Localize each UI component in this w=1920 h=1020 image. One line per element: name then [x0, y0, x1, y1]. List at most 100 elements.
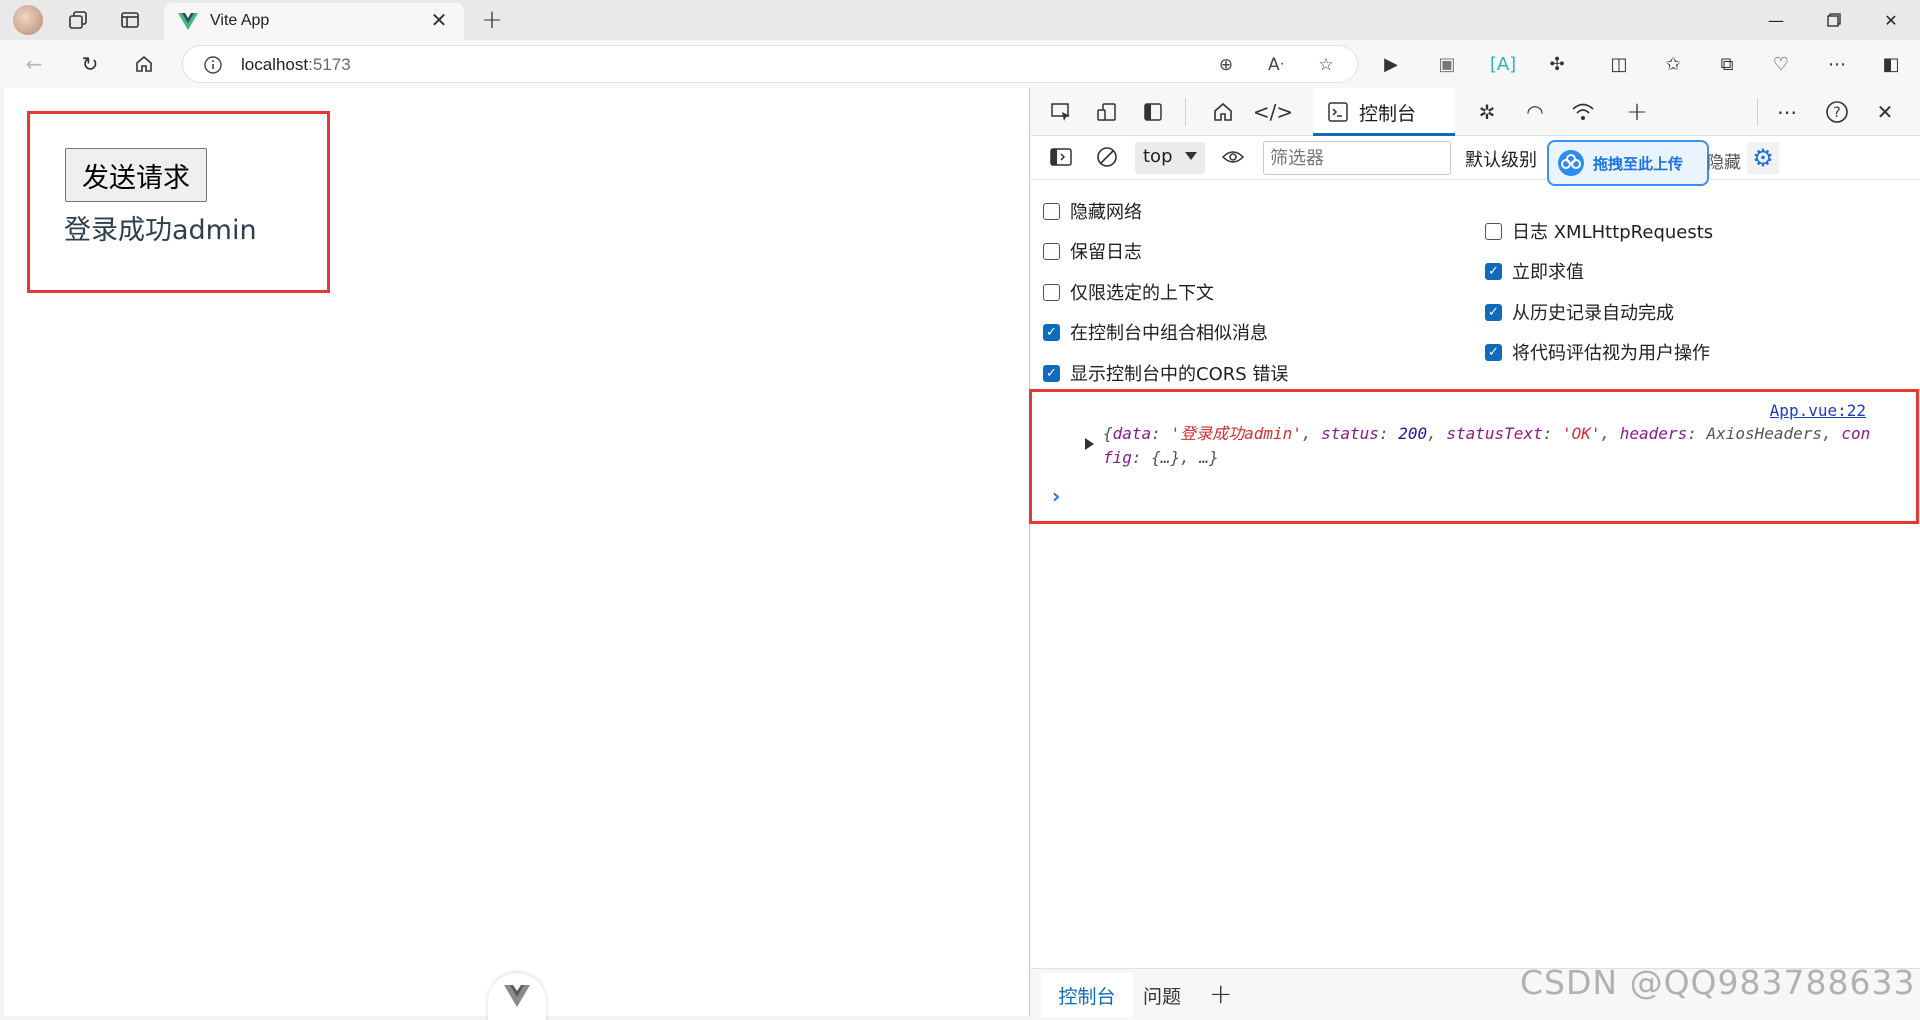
navigation-bar: ← ↻ localhost:5173 ⊕ Aᐧ ☆ ▶ ▣ [A] ✣ ◫ ✩ … [0, 40, 1920, 88]
console-settings-gear-icon[interactable]: ⚙ [1747, 142, 1779, 174]
option-preserve-log[interactable]: 保留日志 [1043, 238, 1142, 264]
sidebar-toggle-icon[interactable] [1045, 142, 1077, 172]
play-icon[interactable]: ▶ [1376, 49, 1406, 79]
tab-actions-icon[interactable] [116, 6, 144, 34]
console-prompt-chevron-icon[interactable]: › [1052, 484, 1060, 508]
checkbox-checked[interactable]: ✓ [1043, 323, 1060, 341]
translate-icon[interactable]: [A] [1488, 49, 1518, 79]
checkbox[interactable] [1043, 242, 1060, 260]
checkbox[interactable] [1043, 283, 1060, 301]
close-window-icon[interactable]: ✕ [1862, 0, 1920, 40]
back-icon[interactable]: ← [18, 49, 50, 79]
refresh-icon[interactable]: ↻ [74, 49, 106, 79]
network-wifi-icon[interactable] [1567, 97, 1599, 127]
more-options-icon[interactable]: ⋯ [1771, 97, 1803, 127]
checkbox-checked[interactable]: ✓ [1043, 364, 1060, 382]
workspaces-icon[interactable] [64, 6, 92, 34]
highlight-box [27, 111, 330, 293]
console-log-entry[interactable]: {data: '登录成功admin', status: 200, statusT… [1103, 422, 1873, 470]
option-label: 立即求值 [1512, 262, 1584, 283]
cloud-upload-icon [1558, 150, 1584, 176]
sources-bug-icon[interactable]: ✲ [1471, 97, 1503, 127]
zoom-icon[interactable]: ⊕ [1213, 52, 1239, 78]
checkbox[interactable] [1485, 222, 1502, 240]
extension-icon[interactable]: ▣ [1432, 49, 1462, 79]
home-icon[interactable] [128, 49, 160, 79]
welcome-home-icon[interactable] [1207, 97, 1239, 127]
vue-logo-icon [178, 13, 198, 30]
option-autocomplete-history[interactable]: ✓ 从历史记录自动完成 [1485, 299, 1674, 325]
more-tools-plus-icon[interactable]: + [1621, 97, 1653, 127]
drawer-add-plus-icon[interactable]: + [1209, 977, 1232, 1010]
puzzle-icon[interactable]: ✣ [1542, 49, 1572, 79]
tab-console-label: 控制台 [1359, 102, 1417, 125]
close-icon[interactable]: ✕ [426, 7, 452, 33]
option-selected-context-only[interactable]: 仅限选定的上下文 [1043, 279, 1214, 305]
url-text: localhost:5173 [241, 55, 351, 74]
option-group-similar[interactable]: ✓ 在控制台中组合相似消息 [1043, 319, 1268, 345]
performance-gauge-icon[interactable]: ◠ [1519, 97, 1551, 127]
csdn-watermark: CSDN @QQ983788633 [1520, 963, 1916, 1002]
close-devtools-icon[interactable]: ✕ [1869, 97, 1901, 127]
favorites-icon[interactable]: ✩ [1658, 49, 1688, 79]
help-icon[interactable]: ? [1821, 97, 1853, 127]
inspect-icon[interactable] [1045, 97, 1077, 127]
checkbox-checked[interactable]: ✓ [1485, 303, 1502, 321]
performance-icon[interactable]: ♡ [1766, 49, 1796, 79]
favorite-icon[interactable]: ☆ [1313, 52, 1339, 78]
minimize-icon[interactable]: — [1747, 0, 1805, 40]
caret-down-icon [1185, 152, 1197, 160]
more-icon[interactable]: ⋯ [1822, 49, 1852, 79]
elements-icon[interactable]: </> [1253, 97, 1293, 127]
vue-devtools-toggle[interactable] [488, 973, 546, 1020]
dock-side-icon[interactable] [1137, 97, 1169, 127]
sidebar-icon[interactable]: ◧ [1876, 49, 1906, 79]
collections-icon[interactable]: ⧉ [1712, 49, 1742, 79]
option-label: 保留日志 [1070, 242, 1142, 263]
option-eager-evaluation[interactable]: ✓ 立即求值 [1485, 258, 1584, 284]
tab-title: Vite App [210, 12, 270, 29]
option-label: 显示控制台中的CORS 错误 [1070, 364, 1289, 385]
option-label: 隐藏网络 [1070, 202, 1142, 223]
console-output-highlight: App.vue:22 {data: '登录成功admin', status: 2… [1029, 389, 1919, 524]
restore-icon[interactable] [1805, 0, 1863, 40]
source-link[interactable]: App.vue:22 [1770, 401, 1866, 420]
toolbar-divider [1185, 98, 1186, 126]
drawer-tab-console[interactable]: 控制台 [1041, 973, 1133, 1017]
checkbox-checked[interactable]: ✓ [1485, 262, 1502, 280]
option-user-activation[interactable]: ✓ 将代码评估视为用户操作 [1485, 339, 1710, 365]
option-show-cors-errors[interactable]: ✓ 显示控制台中的CORS 错误 [1043, 360, 1288, 386]
tab-vite-app[interactable]: Vite App ✕ [164, 3, 464, 40]
login-result-text: 登录成功admin [64, 215, 257, 246]
upload-drop-badge[interactable]: 拖拽至此上传 [1547, 140, 1709, 186]
log-level-dropdown[interactable]: 默认级别 [1465, 146, 1537, 172]
tab-console[interactable]: 控制台 [1313, 88, 1455, 136]
read-aloud-icon[interactable]: Aᐧ [1263, 52, 1289, 78]
option-label: 将代码评估视为用户操作 [1512, 343, 1710, 364]
context-selector[interactable]: top [1135, 142, 1205, 174]
upload-badge-text: 拖拽至此上传 [1593, 154, 1684, 173]
device-emulation-icon[interactable] [1091, 97, 1123, 127]
vue-logo-icon [504, 985, 530, 1007]
live-expression-eye-icon[interactable] [1217, 142, 1249, 172]
option-label: 从历史记录自动完成 [1512, 303, 1674, 324]
devtools-panel: </> 控制台 ✲ ◠ + ⋯ ? ✕ top 筛选器 默认级别 拖拽至此上传 … [1029, 88, 1920, 1020]
devtools-toolbar: </> 控制台 ✲ ◠ + ⋯ ? ✕ [1031, 88, 1920, 136]
plus-icon[interactable]: + [478, 5, 506, 35]
checkbox-checked[interactable]: ✓ [1485, 343, 1502, 361]
send-request-button[interactable]: 发送请求 [65, 148, 207, 202]
address-bar[interactable]: localhost:5173 ⊕ Aᐧ ☆ [182, 45, 1358, 83]
drawer-tab-issues[interactable]: 问题 [1143, 973, 1181, 1017]
hidden-count-label: 隐藏 [1707, 153, 1741, 173]
option-log-xhr[interactable]: 日志 XMLHttpRequests [1485, 218, 1713, 244]
info-icon[interactable] [203, 55, 223, 75]
checkbox[interactable] [1043, 202, 1060, 220]
toolbar-divider [1757, 98, 1758, 126]
clear-console-icon[interactable] [1091, 142, 1123, 172]
option-hide-network[interactable]: 隐藏网络 [1043, 198, 1142, 224]
expand-triangle-icon[interactable] [1085, 438, 1094, 450]
profile-avatar[interactable] [13, 5, 43, 35]
console-filter-input[interactable] [1263, 141, 1451, 175]
title-bar: Vite App ✕ + — ✕ [0, 0, 1920, 40]
split-screen-icon[interactable]: ◫ [1604, 49, 1634, 79]
